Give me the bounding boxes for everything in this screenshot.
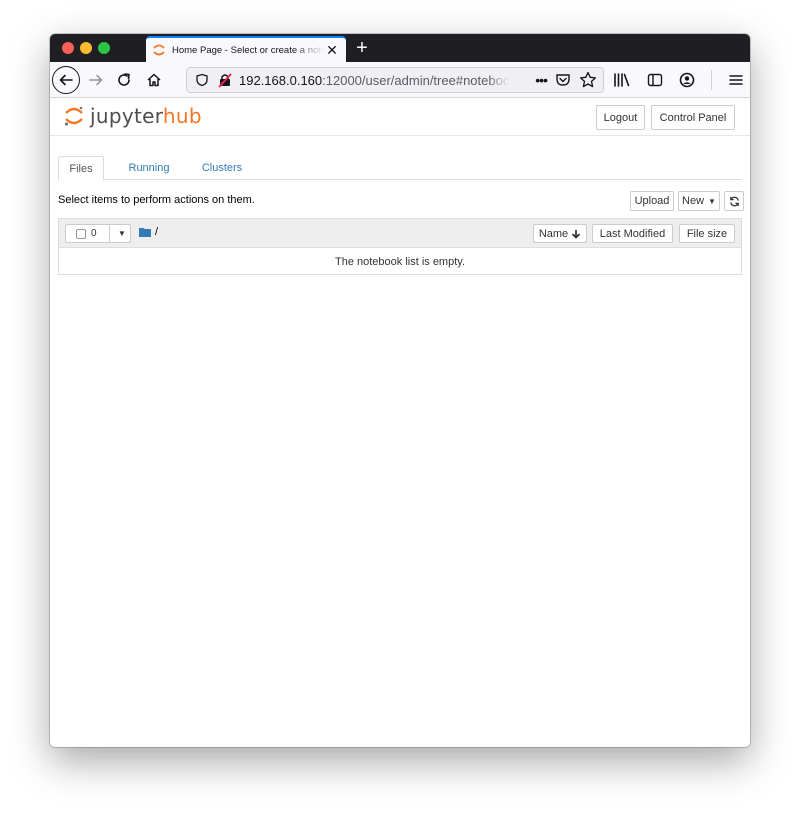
jupyterhub-header: jupyterhub Logout Control Panel [50,98,750,136]
empty-list-message: The notebook list is empty. [334,255,466,268]
caret-down-icon: ▼ [708,196,716,206]
menu-icon[interactable] [728,72,744,88]
address-bar[interactable]: 192.168.0.160:12000/user/admin/tree#note… [186,67,604,93]
shield-icon[interactable] [195,73,209,87]
arrow-down-icon [572,229,581,239]
new-button[interactable]: New ▼ [678,191,720,211]
url-host: 192.168.0.160 [239,72,323,88]
more-icon[interactable]: ••• [535,72,548,88]
notebook-tabs: Files Running Clusters [58,156,742,181]
url-actions: ••• [535,71,597,89]
sort-file-size-button[interactable]: File size [679,224,735,243]
selected-count: 0 [91,228,97,239]
tab-running[interactable]: Running [124,156,174,180]
notebook-list: 0 ▼ / Name Last Modified File size The n… [58,218,742,275]
folder-icon [139,228,151,237]
logo-hub: hub [162,104,202,128]
library-icon[interactable] [613,72,631,88]
jupyterhub-page: jupyterhub Logout Control Panel Files Ru… [50,98,750,747]
tab-clusters[interactable]: Clusters [198,156,246,180]
toolbar-right [613,70,744,90]
insecure-lock-icon[interactable] [217,72,233,88]
tab-close-icon[interactable]: ✕ [324,43,340,57]
minimize-window-button[interactable] [80,42,92,54]
jupyterhub-logo[interactable]: jupyterhub [62,104,202,128]
back-button[interactable] [52,66,80,94]
pocket-icon[interactable] [555,72,571,88]
zoom-window-button[interactable] [98,42,110,54]
refresh-button[interactable] [724,191,744,211]
url-path: :12000/user/admin/tree#notebooks [322,72,509,88]
jupyter-logo-icon [64,106,83,126]
tab-files[interactable]: Files [58,156,104,181]
logo-text: jupyterhub [90,104,202,128]
home-button[interactable] [142,68,166,92]
caret-down-icon[interactable]: ▼ [118,229,126,238]
new-tab-button[interactable]: + [352,36,372,60]
browser-tab[interactable]: Home Page - Select or create a notebook … [146,36,346,62]
selection-hint: Select items to perform actions on them. [58,194,255,206]
account-icon[interactable] [679,72,695,88]
forward-icon [89,74,103,86]
breadcrumb-root[interactable]: / [155,226,158,238]
url-text: 192.168.0.160:12000/user/admin/tree#note… [239,73,509,88]
navigation-bar: 192.168.0.160:12000/user/admin/tree#note… [50,62,750,98]
breadcrumb[interactable]: / [139,226,158,238]
jupyter-favicon-icon [153,44,165,56]
logout-button[interactable]: Logout [596,105,645,130]
browser-window: Home Page - Select or create a notebook … [50,34,750,747]
new-button-label: New [682,195,705,207]
sidebar-icon[interactable] [647,72,663,88]
tab-title: Home Page - Select or create a notebook [172,44,324,56]
toolbar-separator [711,70,712,90]
logo-jupyter: jupyter [90,104,163,128]
sort-last-modified-button[interactable]: Last Modified [592,224,673,243]
refresh-icon [729,196,739,206]
sort-name-button[interactable]: Name [533,224,587,243]
reload-button[interactable] [112,68,136,92]
home-icon [147,73,161,87]
dropdown-divider [109,225,110,242]
select-all-checkbox[interactable] [76,228,86,239]
select-all-dropdown[interactable]: 0 ▼ [65,224,131,243]
back-icon [59,74,73,86]
control-panel-button[interactable]: Control Panel [651,105,735,130]
upload-button[interactable]: Upload [630,191,674,211]
reload-icon [118,73,130,86]
notebook-list-header: 0 ▼ / Name Last Modified File size [59,219,741,248]
close-window-button[interactable] [62,42,74,54]
forward-button[interactable] [84,68,108,92]
bookmark-star-icon[interactable] [579,71,597,89]
sort-name-label: Name [538,227,569,240]
tab-strip: Home Page - Select or create a notebook … [50,34,750,62]
